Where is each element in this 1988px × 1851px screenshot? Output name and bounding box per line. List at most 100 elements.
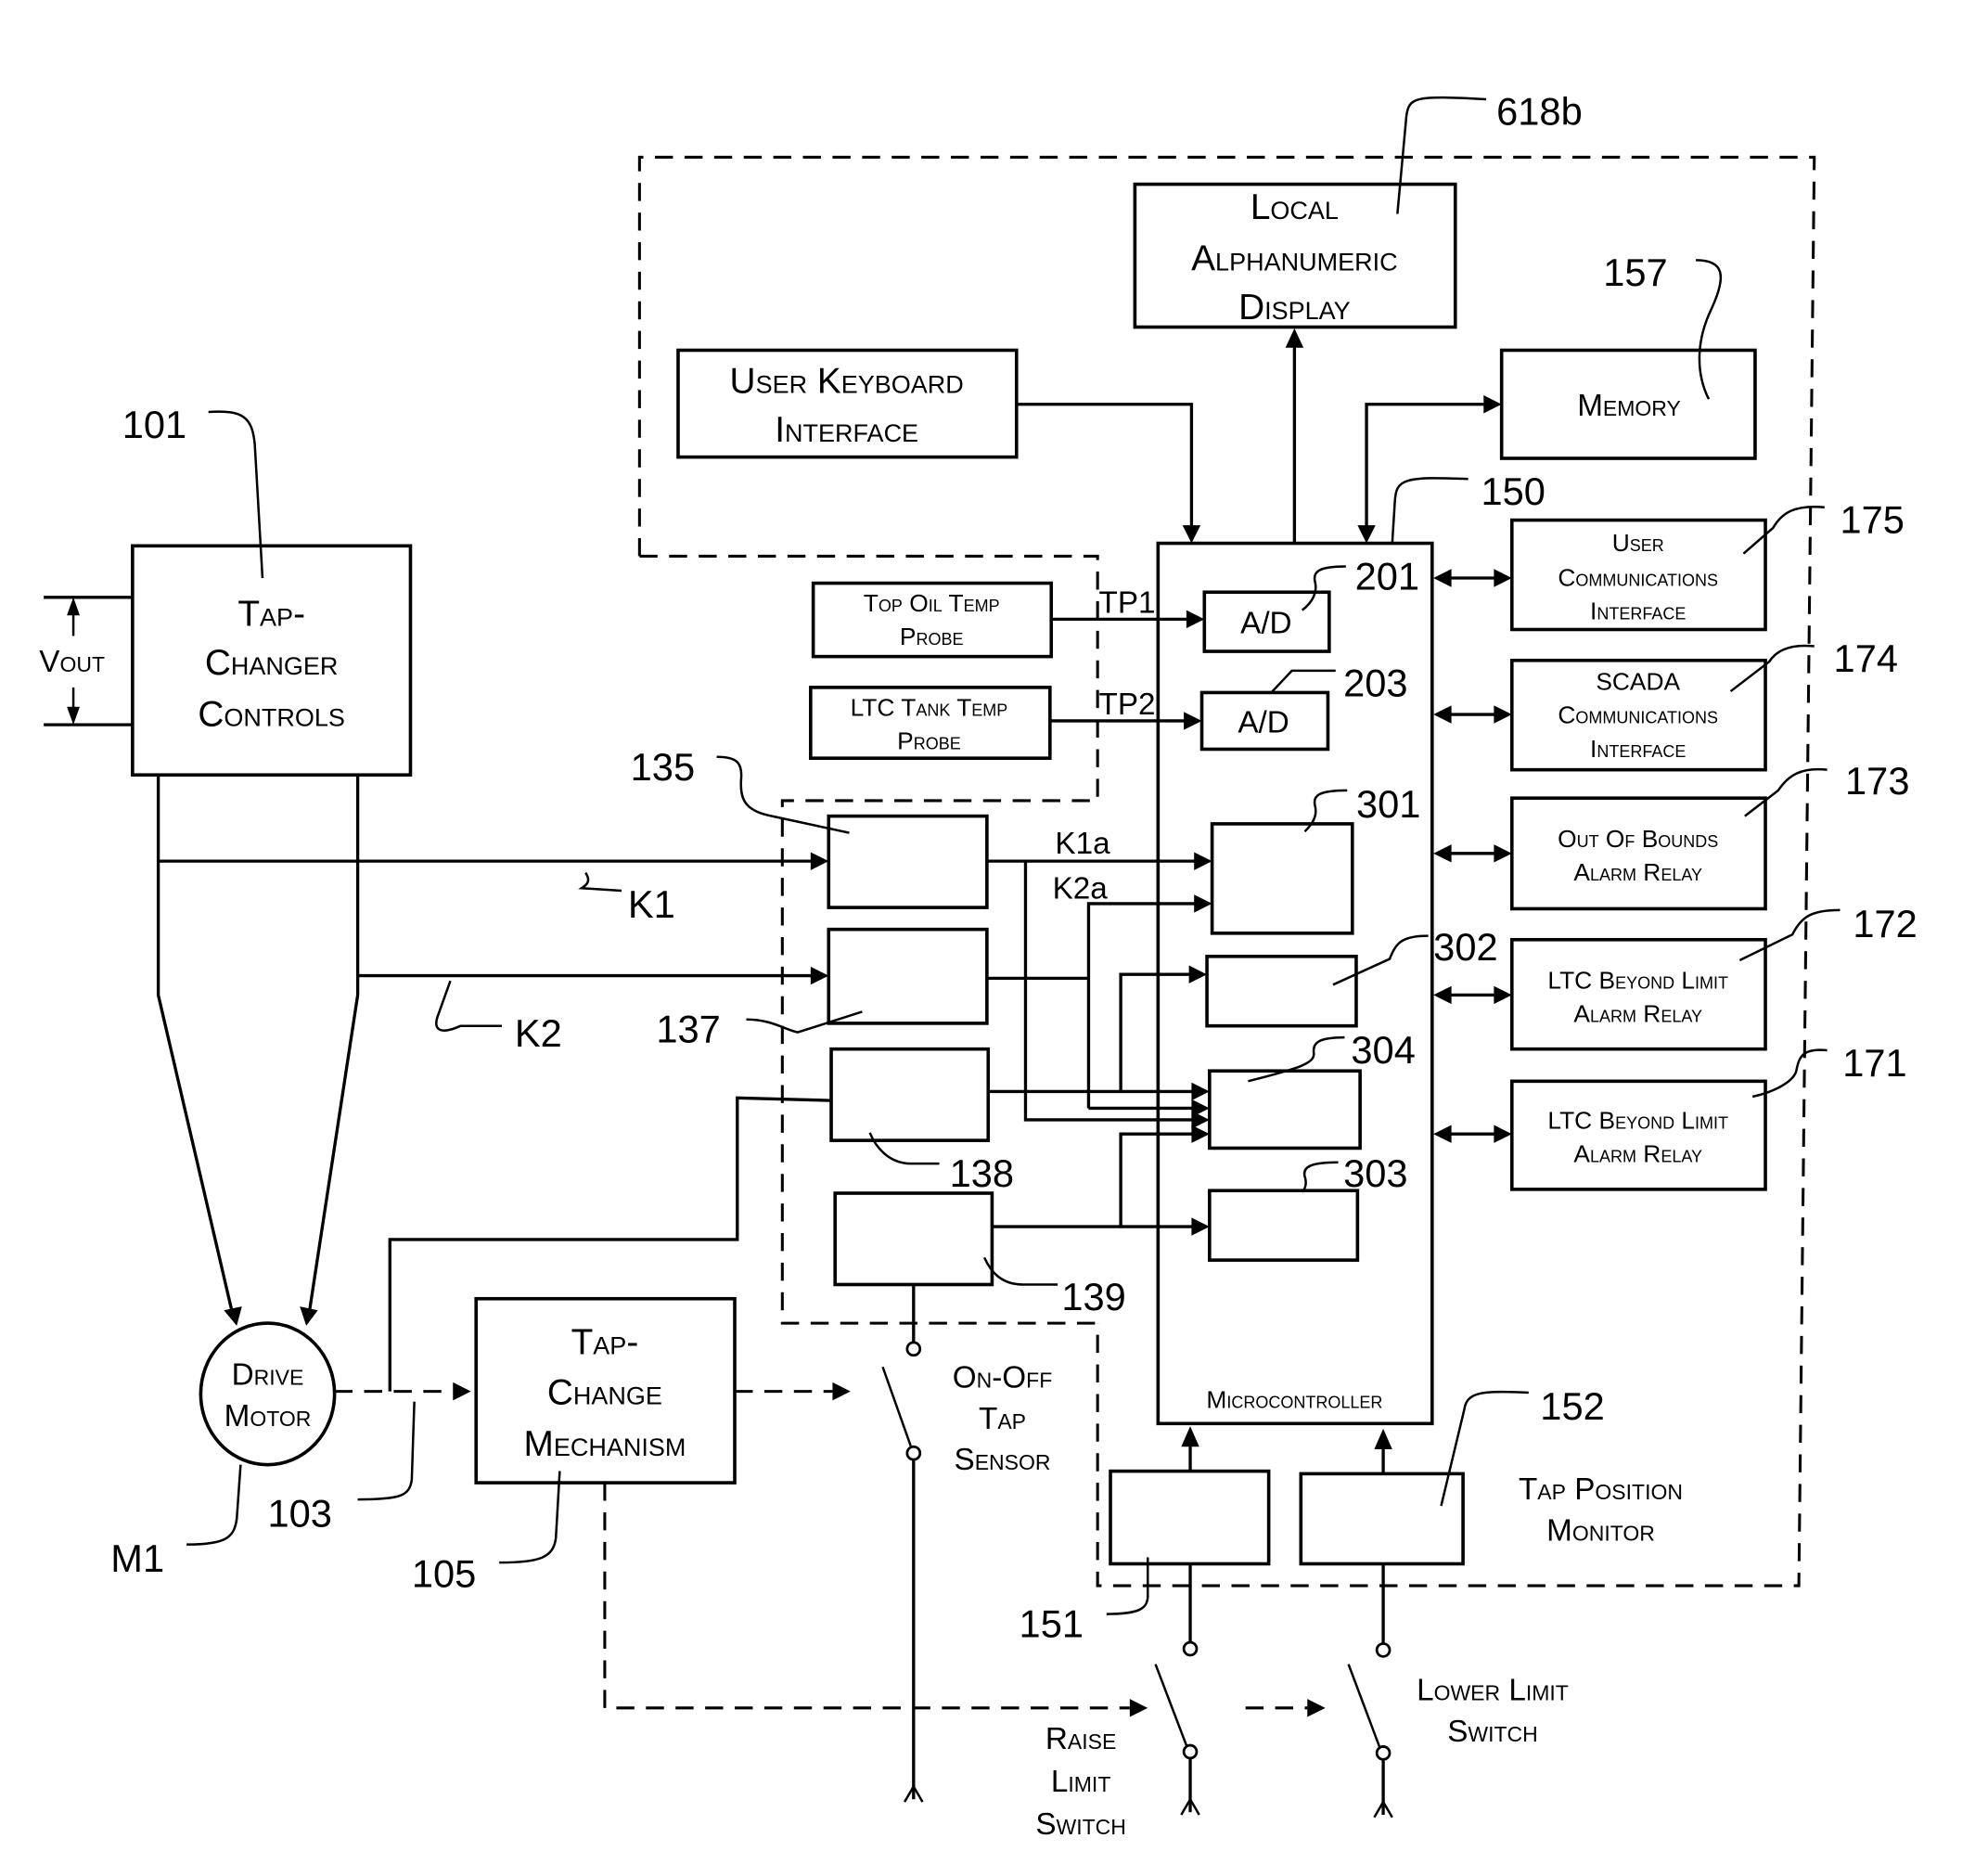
- svg-text:303: 303: [1343, 1151, 1407, 1195]
- patent-block-diagram: Local Alphanumeric Display User Keyboard…: [39, 90, 1917, 1842]
- user-communications-interface-block: User Communications Interface: [1509, 518, 1767, 632]
- svg-text:LTC Beyond Limit: LTC Beyond Limit: [1547, 1107, 1728, 1135]
- svg-text:302: 302: [1433, 925, 1497, 969]
- svg-text:On-Off: On-Off: [953, 1360, 1053, 1395]
- svg-text:Sensor: Sensor: [955, 1443, 1051, 1477]
- svg-text:Probe: Probe: [900, 623, 964, 650]
- svg-text:Out Of Bounds: Out Of Bounds: [1558, 825, 1718, 853]
- svg-text:K2a: K2a: [1053, 871, 1109, 906]
- tap-position-block-152: [1299, 1472, 1465, 1566]
- svg-text:LTC Tank Temp: LTC Tank Temp: [851, 693, 1008, 721]
- bidirectional-links: [1433, 569, 1512, 1143]
- svg-text:Tap Position: Tap Position: [1519, 1472, 1683, 1507]
- svg-text:Limit: Limit: [1051, 1765, 1111, 1799]
- svg-text:Motor: Motor: [224, 1399, 312, 1433]
- svg-text:LTC Beyond Limit: LTC Beyond Limit: [1547, 966, 1728, 994]
- svg-text:Raise: Raise: [1045, 1722, 1116, 1756]
- svg-text:Local: Local: [1251, 187, 1339, 227]
- svg-text:201: 201: [1355, 554, 1419, 598]
- svg-text:User Keyboard: User Keyboard: [730, 361, 964, 401]
- svg-text:SCADA: SCADA: [1596, 668, 1680, 696]
- ltc-beyond-limit-alarm-relay-171-block: LTC Beyond Limit Alarm Relay: [1509, 1079, 1767, 1191]
- svg-text:Change: Change: [547, 1372, 662, 1412]
- svg-text:301: 301: [1356, 782, 1420, 826]
- tap-position-block-151: [1109, 1469, 1271, 1566]
- svg-text:User: User: [1612, 529, 1664, 557]
- svg-text:M1: M1: [110, 1536, 164, 1580]
- svg-text:Interface: Interface: [775, 410, 918, 450]
- svg-text:K1a: K1a: [1055, 827, 1110, 861]
- svg-text:Top Oil Temp: Top Oil Temp: [864, 589, 1000, 617]
- svg-text:TP1: TP1: [1099, 585, 1156, 620]
- block-301: [1210, 822, 1354, 935]
- scada-communications-interface-block: SCADA Communications Interface: [1509, 658, 1767, 772]
- svg-text:K1: K1: [628, 882, 675, 926]
- svg-text:Controls: Controls: [198, 695, 345, 735]
- block-303: [1208, 1189, 1360, 1262]
- svg-text:Communications: Communications: [1558, 563, 1718, 591]
- svg-text:Communications: Communications: [1558, 701, 1718, 729]
- svg-text:Alarm Relay: Alarm Relay: [1573, 858, 1702, 886]
- svg-text:Lower Limit: Lower Limit: [1417, 1674, 1569, 1708]
- svg-text:618b: 618b: [1496, 90, 1583, 134]
- svg-text:150: 150: [1481, 469, 1546, 513]
- user-keyboard-interface-block: User Keyboard Interface: [676, 348, 1019, 459]
- svg-text:Mechanism: Mechanism: [523, 1424, 686, 1464]
- svg-text:139: 139: [1061, 1275, 1125, 1318]
- relay-block-137: [827, 927, 989, 1025]
- svg-text:Alphanumeric: Alphanumeric: [1191, 238, 1397, 278]
- svg-text:Interface: Interface: [1590, 735, 1686, 763]
- svg-text:304: 304: [1351, 1028, 1415, 1072]
- svg-text:137: 137: [656, 1008, 720, 1051]
- ltc-beyond-limit-alarm-relay-172-block: LTC Beyond Limit Alarm Relay: [1509, 937, 1767, 1051]
- svg-text:174: 174: [1834, 636, 1898, 680]
- svg-text:Changer: Changer: [205, 643, 339, 683]
- svg-text:172: 172: [1853, 902, 1917, 945]
- block-302: [1205, 954, 1358, 1028]
- svg-text:Microcontroller: Microcontroller: [1206, 1386, 1382, 1414]
- svg-text:A/D: A/D: [1238, 705, 1289, 739]
- svg-text:Monitor: Monitor: [1546, 1514, 1655, 1549]
- svg-text:Memory: Memory: [1577, 389, 1681, 423]
- svg-text:Vout: Vout: [39, 645, 105, 679]
- tap-changer-controls-block: Tap- Changer Controls: [131, 544, 413, 778]
- memory-block: Memory: [1499, 348, 1757, 460]
- block-304: [1208, 1069, 1362, 1150]
- svg-text:TP2: TP2: [1099, 688, 1156, 722]
- out-of-bounds-alarm-relay-block: Out Of Bounds Alarm Relay: [1509, 796, 1767, 911]
- svg-text:Probe: Probe: [897, 726, 961, 754]
- svg-text:Tap-: Tap-: [237, 594, 305, 634]
- svg-text:101: 101: [122, 403, 186, 446]
- ad-converter-203: A/D: [1199, 690, 1330, 752]
- svg-text:175: 175: [1840, 497, 1904, 541]
- svg-text:Tap: Tap: [979, 1402, 1026, 1436]
- svg-text:Alarm Relay: Alarm Relay: [1573, 1140, 1702, 1168]
- relay-block-135: [827, 814, 989, 909]
- svg-text:Alarm Relay: Alarm Relay: [1573, 1000, 1702, 1028]
- drive-motor: Drive Motor: [199, 1321, 337, 1467]
- svg-text:103: 103: [268, 1491, 332, 1535]
- top-oil-temp-probe-block: Top Oil Temp Probe: [811, 581, 1054, 659]
- svg-text:Switch: Switch: [1447, 1715, 1538, 1749]
- svg-text:K2: K2: [515, 1011, 562, 1055]
- svg-text:Tap-: Tap-: [571, 1322, 639, 1362]
- svg-text:135: 135: [631, 745, 695, 789]
- svg-text:157: 157: [1603, 251, 1667, 294]
- svg-text:203: 203: [1343, 662, 1407, 705]
- svg-text:Display: Display: [1238, 288, 1351, 328]
- ltc-tank-temp-probe-block: LTC Tank Temp Probe: [809, 686, 1052, 760]
- svg-text:Switch: Switch: [1035, 1807, 1126, 1842]
- svg-text:152: 152: [1540, 1384, 1604, 1428]
- svg-text:151: 151: [1020, 1602, 1084, 1646]
- svg-text:Interface: Interface: [1590, 597, 1686, 624]
- svg-text:Drive: Drive: [232, 1358, 304, 1393]
- svg-text:A/D: A/D: [1240, 607, 1291, 641]
- svg-text:105: 105: [412, 1551, 476, 1595]
- relay-block-138: [829, 1047, 991, 1142]
- svg-text:138: 138: [950, 1151, 1014, 1195]
- tap-change-mechanism-block: Tap- Change Mechanism: [474, 1296, 737, 1485]
- svg-text:171: 171: [1842, 1041, 1906, 1085]
- relay-block-139: [833, 1191, 994, 1287]
- local-alphanumeric-display-block: Local Alphanumeric Display: [1133, 182, 1457, 329]
- svg-text:173: 173: [1845, 759, 1909, 803]
